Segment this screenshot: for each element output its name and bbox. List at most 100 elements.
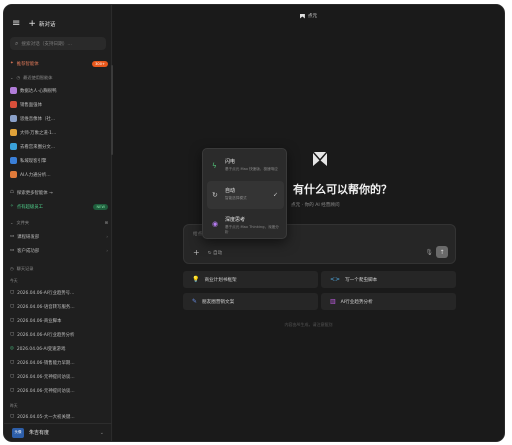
sidebar-folder-item[interactable]: ▭ 客户成功部 › [10, 246, 108, 255]
folder-label: 客户成功部 [17, 248, 40, 254]
today-group-label: 今天 [10, 277, 18, 283]
mode-option-desc: 基于点元 Max Thinking，深度分析 [225, 225, 279, 234]
chevron-down-icon: ⌄ [99, 429, 104, 436]
digital-employee-label: 点有超级员工 [16, 204, 44, 210]
brain-icon: ◉ [212, 220, 219, 228]
refresh-icon: ↻ [207, 250, 212, 256]
earlier-group-label: 昨天 [10, 402, 18, 408]
new-chat-label: 新对话 [38, 22, 56, 28]
sidebar-agent-item[interactable]: 数据达人·心胸很鸭 [10, 86, 108, 95]
history-label: 2026.04.06-元神提问访谈… [17, 374, 75, 380]
chevron-down-icon: ⌄ [10, 75, 14, 80]
page-title-text: 点元 [307, 14, 318, 19]
search-icon: ⌕ [15, 39, 19, 47]
topbar: 点元 [113, 5, 504, 27]
history-heading: 聊天记录 [16, 265, 34, 271]
microphone-icon[interactable]: 🎙 [425, 249, 433, 256]
chat-bubble-icon: ▢ [10, 304, 15, 309]
featured-agents-label: 推荐智能体 [16, 61, 39, 67]
mode-option-lightning[interactable]: ϟ 闪电 基于点元 Max 快速版，极速响应 [207, 152, 284, 180]
clock-icon: ◷ [16, 75, 21, 80]
sidebar-agent-item[interactable]: 大师·万象之道·1… [10, 128, 108, 137]
history-label: 2026.04.06-商业脚本 [17, 318, 62, 324]
mode-selector-label: 自动 [213, 250, 223, 256]
digital-employee-item[interactable]: ✧ 点有超级员工 NEW [10, 202, 108, 211]
history-item[interactable]: ▢ 2026.04.06-元神提问访谈… [10, 372, 108, 381]
chevron-down-icon: ⌄ [10, 220, 14, 225]
history-item[interactable]: ◎ 2026.04.06-AI变速游戏 [10, 344, 108, 353]
suggestion-card[interactable]: ✎ 朋友圈营销文案 [183, 293, 318, 310]
chat-bubble-icon: ▢ [10, 388, 15, 393]
new-chat-button[interactable]: + 新对话 [28, 19, 55, 29]
hero-title: 有什么可以帮你的？ [293, 183, 392, 196]
history-label: 2026.04.05-大一大初关键… [17, 414, 75, 420]
refresh-icon: ↻ [212, 191, 218, 199]
sidebar-agent-item[interactable]: 去看宫来圈分文… [10, 142, 108, 151]
chevron-right-icon: › [106, 234, 108, 239]
suggestion-card[interactable]: <> 写一个爬虫脚本 [321, 271, 456, 288]
suggestion-label: AI行业趋势分析 [340, 299, 373, 305]
history-label: 2026.04.06-AI变速游戏 [16, 346, 66, 352]
chat-bubble-icon: ▢ [10, 332, 15, 337]
agent-label: 思维音像体（社… [20, 116, 56, 122]
suggestion-label: 商业计划书框架 [204, 277, 237, 283]
history-item[interactable]: ▢ 2026.04.05-大一大初关键… [10, 412, 108, 421]
plus-icon: + [28, 19, 36, 29]
search-placeholder: 搜索对话（支持日期）… [21, 41, 72, 47]
menu-icon[interactable]: ≡ [12, 19, 20, 29]
new-badge: NEW [93, 203, 108, 210]
suggestion-card[interactable]: 💡 商业计划书框架 [183, 271, 318, 288]
history-label: 2026.04.06-销售能力早期… [17, 360, 75, 366]
add-folder-icon[interactable]: ⊞ [104, 220, 108, 225]
files-section[interactable]: ⌄ 文件夹 ⊞ [10, 218, 108, 227]
game-icon: ◎ [10, 346, 14, 351]
sidebar-top: ≡ + 新对话 [12, 17, 55, 31]
folder-icon: ▭ [10, 234, 15, 239]
suggestion-label: 朋友圈营销文案 [202, 299, 235, 305]
attach-plus-icon[interactable]: + [193, 248, 200, 257]
sidebar-agent-item[interactable]: 私域现客引擎 [10, 156, 108, 165]
agent-avatar-icon [10, 157, 17, 164]
chat-bubble-icon: ▢ [10, 414, 15, 419]
history-section[interactable]: ◷ 聊天记录 [10, 264, 108, 273]
history-item[interactable]: ▢ 2026.04.06-语音转写服务… [10, 302, 108, 311]
agent-label: 去看宫来圈分文… [20, 144, 56, 150]
featured-agents-item[interactable]: ✦ 推荐智能体 300+ [10, 59, 108, 68]
page-title: 点元 [299, 13, 318, 19]
files-heading: 文件夹 [16, 219, 30, 225]
agent-avatar-icon [10, 115, 17, 122]
mode-option-auto[interactable]: ↻ 自动 智能选择模式 ✓ [207, 181, 284, 209]
folder-icon: ▭ [10, 248, 15, 253]
history-item[interactable]: ▢ 2026.04.06-销售能力早期… [10, 358, 108, 367]
explore-agents-link[interactable]: ☖ 探索更多智能体 → [10, 188, 108, 197]
mode-option-deep-thinking[interactable]: ◉ 深度思考 基于点元 Max Thinking，深度分析 [207, 210, 284, 238]
mode-selector[interactable]: ↻ 自动 [208, 250, 223, 256]
sidebar-agent-item[interactable]: 思维音像体（社… [10, 114, 108, 123]
suggestion-card[interactable]: ▥ AI行业趋势分析 [321, 293, 456, 310]
search-input[interactable]: ⌕ 搜索对话（支持日期）… [10, 37, 106, 50]
mode-option-name: 深度思考 [225, 217, 246, 223]
app-logo-icon [312, 151, 328, 171]
send-button[interactable]: ↑ [436, 246, 448, 258]
chart-icon: ▥ [330, 298, 336, 305]
sidebar-agent-item[interactable]: AI人力通分析… [10, 170, 108, 179]
history-item[interactable]: ▢ 2026.04.06-元神提问访谈… [10, 386, 108, 395]
flame-icon: ✦ [10, 61, 14, 66]
history-item[interactable]: ▢ 2026.04.06-AI行业趋势分析 [10, 330, 108, 339]
recent-agents-section[interactable]: ⌄ ◷ 最近使用智能体 [10, 73, 108, 82]
avatar: 头像 [12, 427, 24, 438]
user-profile[interactable]: 头像 朱吉有度 ⌄ [4, 423, 112, 441]
chat-bubble-icon: ▢ [10, 374, 15, 379]
composer-tools: + ↻ 自动 [193, 248, 222, 257]
history-item[interactable]: ▢ 2026.04.06-商业脚本 [10, 316, 108, 325]
app-logo-icon [299, 13, 305, 19]
disclaimer-text: 内容由AI生成，请注意甄别 [284, 322, 333, 327]
recent-agents-heading: 最近使用智能体 [23, 74, 53, 80]
user-name: 朱吉有度 [29, 430, 50, 436]
agent-label: AI人力通分析… [20, 172, 51, 178]
history-item[interactable]: ▢ 2026.04.06-AI行业趋势号… [10, 288, 108, 297]
history-label: 2026.04.06-元神提问访谈… [17, 388, 75, 394]
sidebar-folder-item[interactable]: ▭ 课程研发部 › [10, 232, 108, 241]
explore-agents-label: 探索更多智能体 → [16, 190, 53, 196]
sidebar-agent-item[interactable]: 销售面强体 [10, 100, 108, 109]
